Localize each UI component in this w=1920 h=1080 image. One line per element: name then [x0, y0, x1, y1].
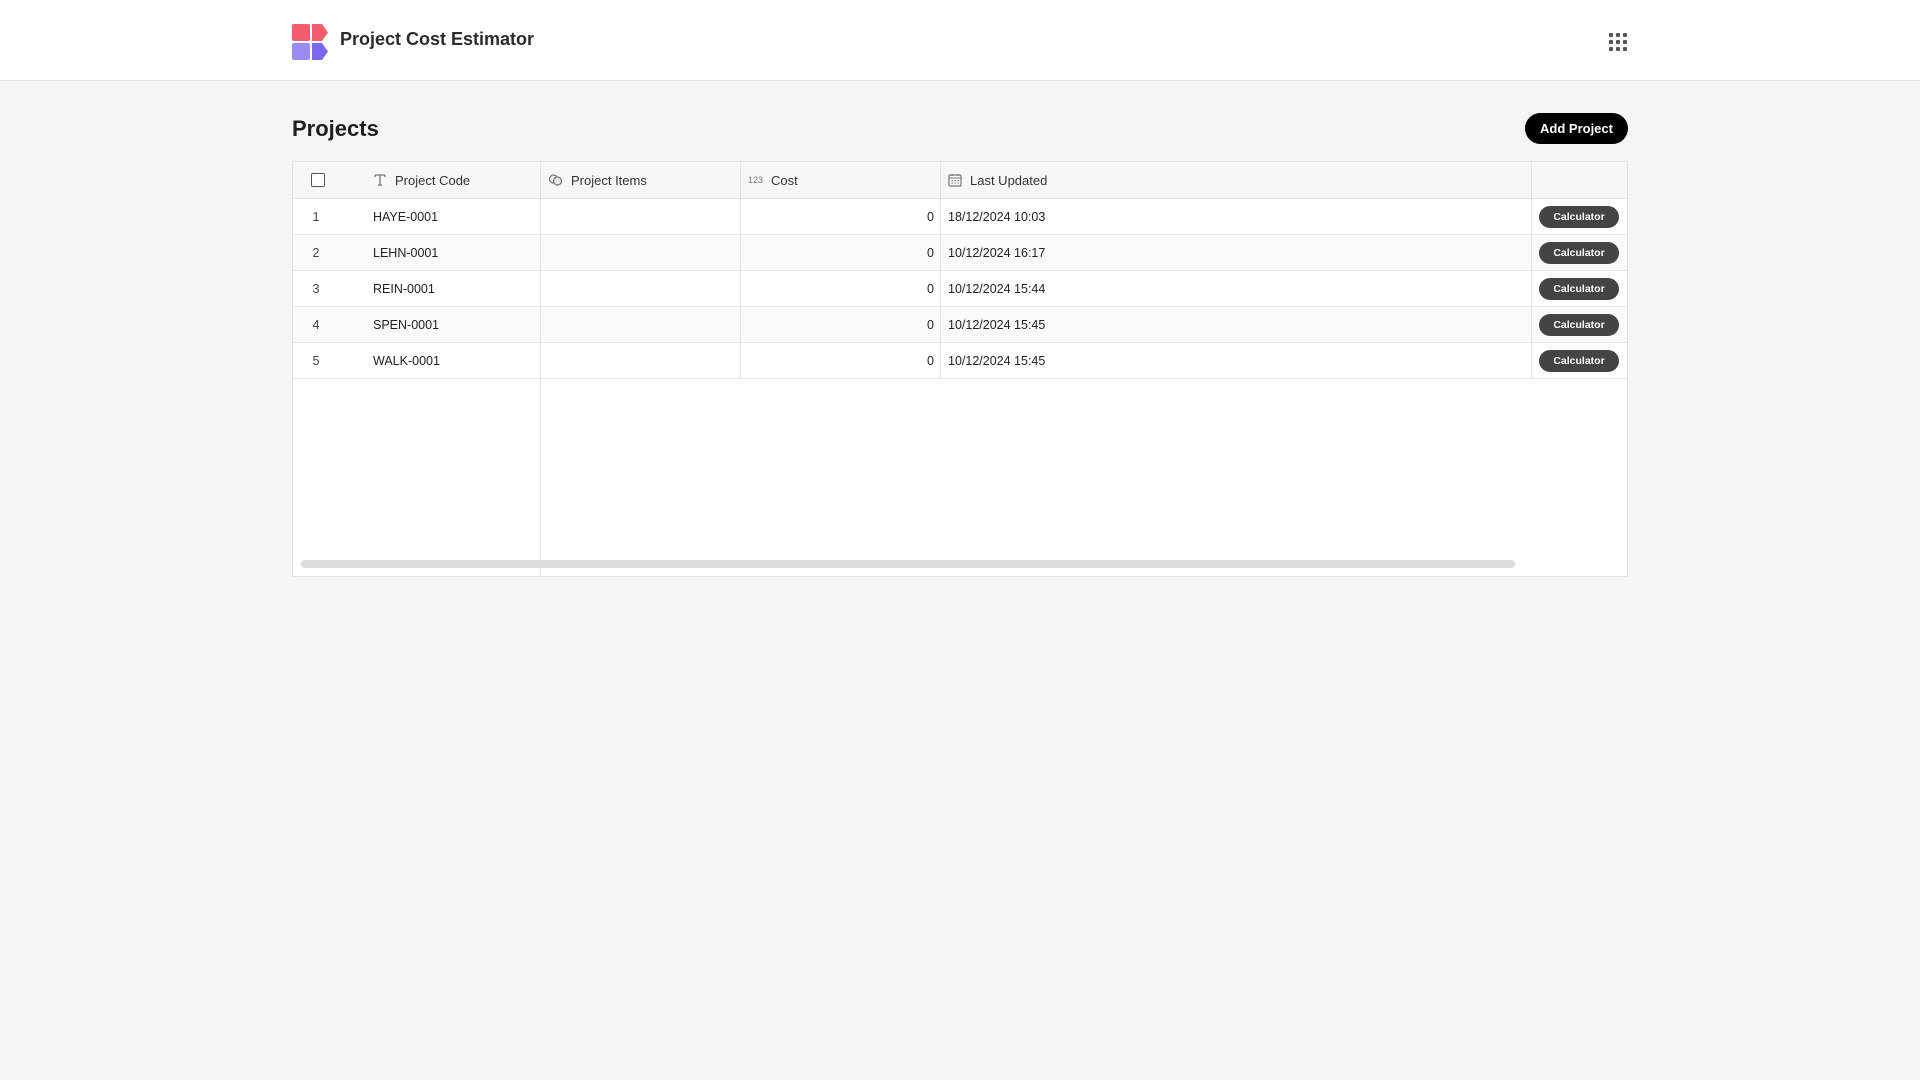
link-icon	[548, 173, 563, 187]
projects-table: Project Code Project Items 123 Cost Last…	[292, 161, 1628, 577]
table-row[interactable]: 3 REIN-0001 0 10/12/2024 15:44 Calculato…	[293, 271, 1627, 307]
calculator-button[interactable]: Calculator	[1539, 314, 1619, 336]
table-row[interactable]: 2 LEHN-0001 0 10/12/2024 16:17 Calculato…	[293, 235, 1627, 271]
project-code-cell[interactable]: REIN-0001	[373, 271, 435, 306]
column-divider	[1531, 162, 1532, 379]
text-type-icon	[373, 173, 387, 187]
cost-cell[interactable]: 0	[740, 199, 934, 234]
calculator-button[interactable]: Calculator	[1539, 242, 1619, 264]
row-index: 3	[312, 281, 320, 296]
cost-cell[interactable]: 0	[740, 271, 934, 306]
last-updated-cell[interactable]: 18/12/2024 10:03	[948, 199, 1045, 234]
apps-grid-icon[interactable]	[1609, 33, 1627, 51]
column-header-project-items[interactable]: Project Items	[548, 162, 647, 198]
last-updated-cell[interactable]: 10/12/2024 15:45	[948, 343, 1045, 378]
add-project-button[interactable]: Add Project	[1525, 113, 1628, 144]
last-updated-cell[interactable]: 10/12/2024 15:44	[948, 271, 1045, 306]
column-label: Last Updated	[970, 172, 1048, 188]
calendar-icon	[948, 173, 962, 187]
column-header-last-updated[interactable]: Last Updated	[948, 162, 1047, 198]
table-row[interactable]: 1 HAYE-0001 0 18/12/2024 10:03 Calculato…	[293, 199, 1627, 235]
last-updated-cell[interactable]: 10/12/2024 15:45	[948, 307, 1045, 342]
row-index: 4	[312, 317, 320, 332]
table-row[interactable]: 5 WALK-0001 0 10/12/2024 15:45 Calculato…	[293, 343, 1627, 379]
cost-cell[interactable]: 0	[740, 235, 934, 270]
page-title: Projects	[292, 116, 379, 141]
app-logo	[292, 24, 328, 60]
column-divider	[740, 162, 741, 379]
column-label: Cost	[771, 172, 798, 188]
calculator-button[interactable]: Calculator	[1539, 350, 1619, 372]
project-code-cell[interactable]: WALK-0001	[373, 343, 440, 378]
row-index: 1	[312, 209, 320, 224]
column-header-cost[interactable]: 123 Cost	[748, 162, 798, 198]
number-icon: 123	[748, 175, 764, 185]
app-title: Project Cost Estimator	[340, 29, 535, 49]
row-index: 2	[312, 245, 320, 260]
cost-cell[interactable]: 0	[740, 307, 934, 342]
last-updated-cell[interactable]: 10/12/2024 16:17	[948, 235, 1045, 270]
top-bar: Project Cost Estimator	[0, 0, 1920, 81]
project-code-cell[interactable]: LEHN-0001	[373, 235, 438, 270]
column-divider	[940, 162, 941, 379]
column-divider	[540, 162, 541, 576]
cost-cell[interactable]: 0	[740, 343, 934, 378]
column-header-project-code[interactable]: Project Code	[373, 162, 470, 198]
row-index: 5	[312, 353, 320, 368]
calculator-button[interactable]: Calculator	[1539, 206, 1619, 228]
column-label: Project Code	[395, 172, 471, 188]
project-code-cell[interactable]: HAYE-0001	[373, 199, 438, 234]
column-label: Project Items	[571, 172, 647, 188]
project-code-cell[interactable]: SPEN-0001	[373, 307, 439, 342]
table-header: Project Code Project Items 123 Cost Last…	[293, 162, 1627, 199]
calculator-button[interactable]: Calculator	[1539, 278, 1619, 300]
horizontal-scrollbar[interactable]	[301, 560, 1515, 568]
select-all-checkbox[interactable]	[311, 173, 325, 187]
table-row[interactable]: 4 SPEN-0001 0 10/12/2024 15:45 Calculato…	[293, 307, 1627, 343]
